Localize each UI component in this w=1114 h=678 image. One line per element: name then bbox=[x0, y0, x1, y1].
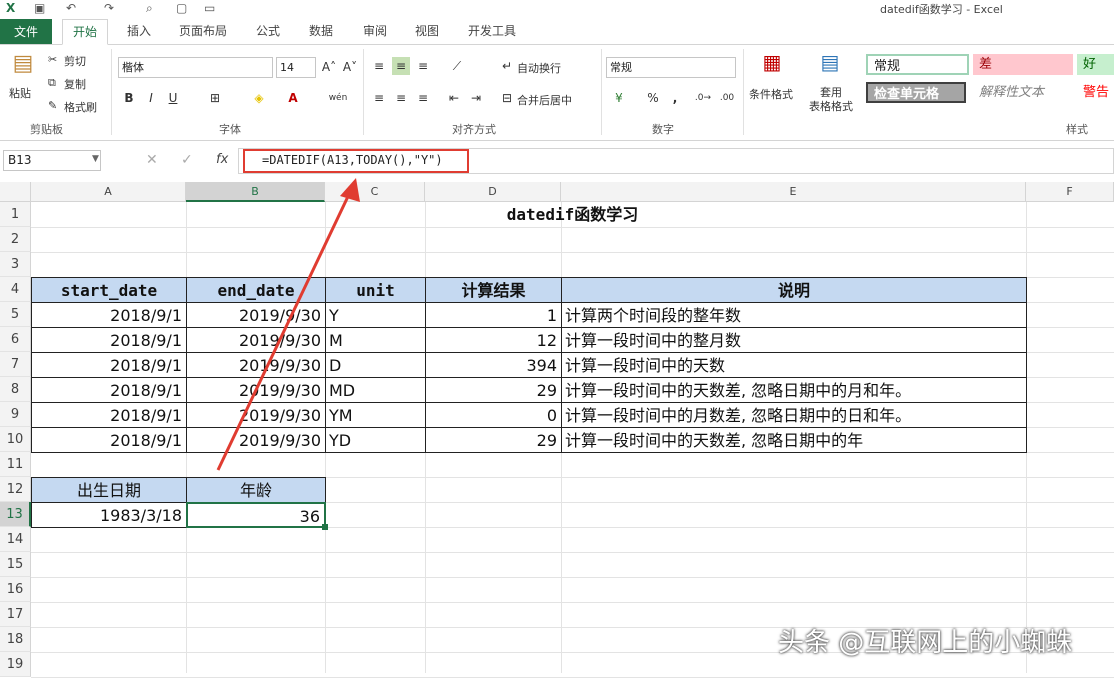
arrow-head bbox=[340, 178, 360, 202]
arrow-line bbox=[216, 187, 354, 471]
annotation-arrow bbox=[216, 178, 360, 471]
watermark-text: 头条 @互联网上的小蜘蛛 bbox=[778, 628, 1073, 658]
